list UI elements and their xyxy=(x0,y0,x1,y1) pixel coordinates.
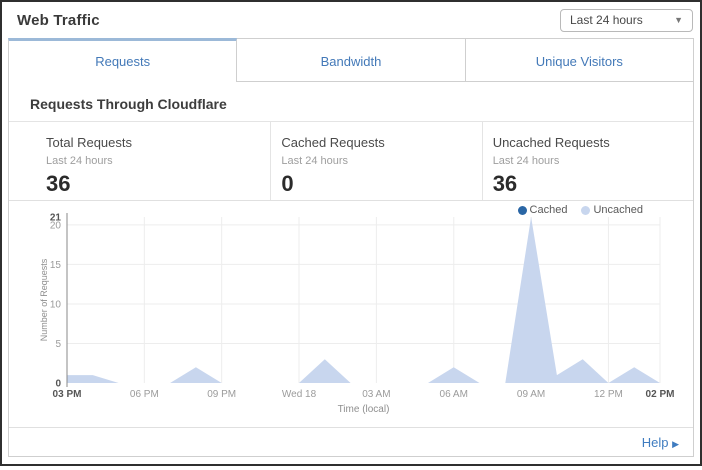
time-range-value: Last 24 hours xyxy=(570,13,643,27)
x-tick-label: 03 AM xyxy=(362,389,390,400)
tab-requests[interactable]: Requests xyxy=(8,38,237,82)
chevron-down-icon: ▼ xyxy=(674,16,683,25)
stat-cached-requests: Cached Requests Last 24 hours 0 xyxy=(270,122,481,200)
x-tick-label: 09 PM xyxy=(207,389,236,400)
header: Web Traffic Last 24 hours ▼ xyxy=(2,2,700,38)
stat-sublabel: Last 24 hours xyxy=(493,155,693,167)
section-heading: Requests Through Cloudflare xyxy=(9,82,693,122)
tab-label: Requests xyxy=(95,54,150,69)
x-tick-label: 03 PM xyxy=(53,389,82,400)
x-axis-title: Time (local) xyxy=(67,404,660,415)
panel-footer: Help ▶ xyxy=(9,427,693,456)
time-range-select[interactable]: Last 24 hours ▼ xyxy=(560,9,693,32)
stat-value: 36 xyxy=(46,171,270,197)
web-traffic-window: Web Traffic Last 24 hours ▼ Requests Ban… xyxy=(0,0,702,466)
stat-label: Cached Requests xyxy=(281,135,481,150)
x-tick-label: Wed 18 xyxy=(282,389,317,400)
y-tick-label: 10 xyxy=(50,299,62,310)
stat-label: Uncached Requests xyxy=(493,135,693,150)
stat-value: 0 xyxy=(281,171,481,197)
help-label: Help xyxy=(642,435,669,450)
tab-bar: Requests Bandwidth Unique Visitors xyxy=(8,38,694,82)
stat-label: Total Requests xyxy=(46,135,270,150)
x-tick-label: 12 PM xyxy=(594,389,623,400)
requests-panel: Requests Through Cloudflare Total Reques… xyxy=(8,82,694,457)
y-max-label: 21 xyxy=(50,213,62,224)
page-title: Web Traffic xyxy=(17,12,100,29)
traffic-area-chart[interactable]: 051015202103 PM06 PM09 PMWed 1803 AM06 A… xyxy=(9,201,693,427)
y-tick-label: 15 xyxy=(50,260,62,271)
stat-sublabel: Last 24 hours xyxy=(46,155,270,167)
requests-chart-section: Cached Uncached Number of Requests 05101… xyxy=(9,201,693,427)
stats-row: Total Requests Last 24 hours 36 Cached R… xyxy=(9,122,693,201)
tab-unique-visitors[interactable]: Unique Visitors xyxy=(466,38,694,82)
tab-label: Unique Visitors xyxy=(536,54,623,69)
stat-uncached-requests: Uncached Requests Last 24 hours 36 xyxy=(482,122,693,200)
help-link[interactable]: Help ▶ xyxy=(642,435,679,450)
tab-bandwidth[interactable]: Bandwidth xyxy=(237,38,465,82)
y-tick-label: 5 xyxy=(55,339,61,350)
x-tick-label: 09 AM xyxy=(517,389,545,400)
stat-value: 36 xyxy=(493,171,693,197)
stat-sublabel: Last 24 hours xyxy=(281,155,481,167)
help-arrow-icon: ▶ xyxy=(672,439,679,449)
y-tick-label: 0 xyxy=(55,379,61,390)
tab-label: Bandwidth xyxy=(321,54,382,69)
stat-total-requests: Total Requests Last 24 hours 36 xyxy=(9,122,270,200)
x-tick-label: 02 PM xyxy=(646,389,675,400)
area-uncached xyxy=(67,217,660,383)
content-area: Requests Bandwidth Unique Visitors Reque… xyxy=(2,38,700,457)
x-tick-label: 06 AM xyxy=(440,389,468,400)
x-tick-label: 06 PM xyxy=(130,389,159,400)
